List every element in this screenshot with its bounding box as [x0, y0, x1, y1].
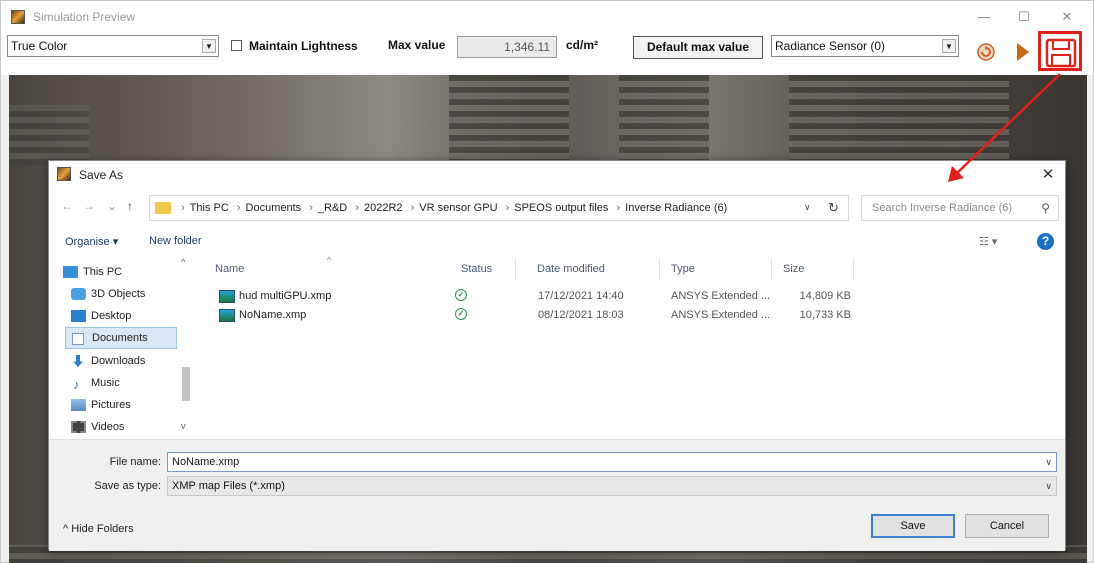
annotation-arrow — [948, 73, 1061, 182]
